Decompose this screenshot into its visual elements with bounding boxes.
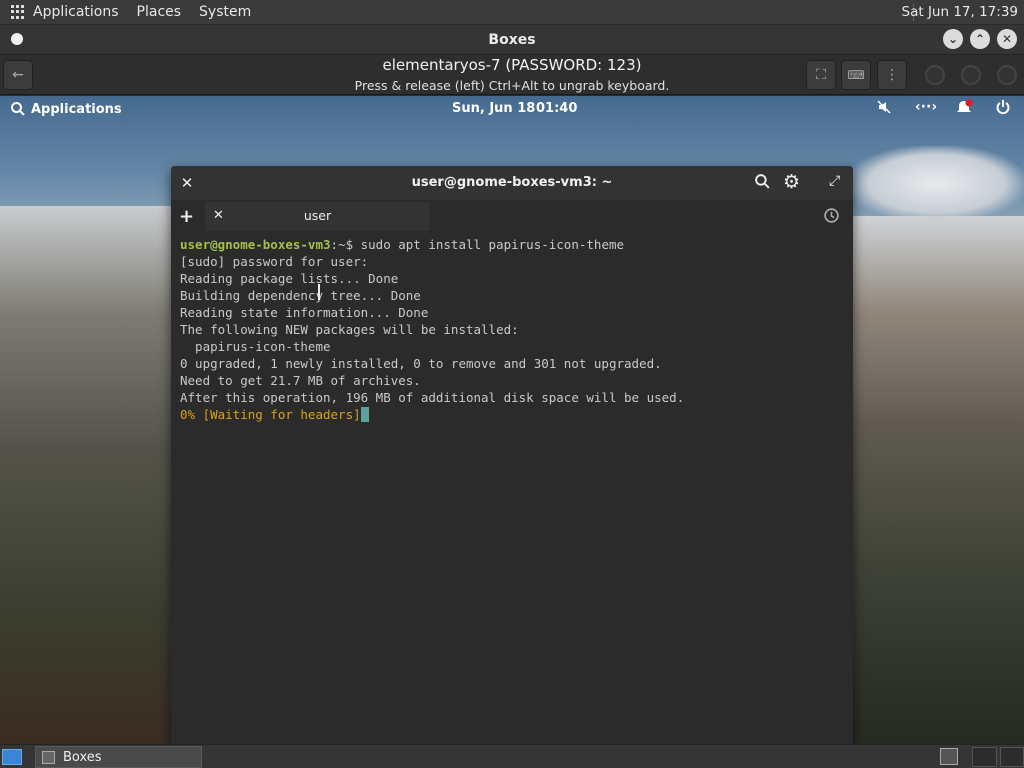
boxes-titlebar: Boxes ⌄ ⌃ ✕: [0, 25, 1024, 55]
output-line: 0 upgraded, 1 newly installed, 0 to remo…: [180, 356, 662, 371]
new-tab-plus-icon[interactable]: +: [179, 206, 194, 227]
output-line: Reading state information... Done: [180, 305, 429, 320]
host-clock[interactable]: Sat Jun 17, 17:39: [902, 4, 1018, 20]
tray-app-icon[interactable]: [940, 748, 958, 765]
minimize-button[interactable]: ⌄: [943, 29, 963, 49]
fullscreen-button[interactable]: ⛶: [806, 60, 836, 90]
output-line: Building dependency tree... Done: [180, 288, 421, 303]
workspace-pager[interactable]: [972, 747, 1024, 767]
output-line: Reading package lists... Done: [180, 271, 399, 286]
terminal-maximize-icon[interactable]: ⤢: [829, 173, 840, 189]
terminal-tabbar: + ✕ user: [171, 200, 853, 234]
show-desktop-icon[interactable]: [2, 749, 22, 765]
vm-display[interactable]: Applications Sun, Jun 18 01:40 ‹··› ✕ us…: [0, 96, 1024, 744]
guest-top-panel: Applications Sun, Jun 18 01:40 ‹··›: [0, 96, 1024, 124]
minimize-circle-icon[interactable]: [925, 65, 945, 85]
close-circle-icon[interactable]: [997, 65, 1017, 85]
fullscreen-icon: ⛶: [816, 67, 826, 83]
menu-system[interactable]: System: [199, 4, 251, 20]
boxes-headerbar: ← elementaryos-7 (PASSWORD: 123) Press &…: [0, 55, 1024, 95]
search-icon: [11, 102, 25, 116]
power-icon[interactable]: [992, 99, 1014, 121]
prompt-user: user@gnome-boxes-vm3: [180, 237, 331, 252]
mute-icon[interactable]: [873, 99, 895, 121]
command-line: user@gnome-boxes-vm3:~$ sudo apt install…: [180, 236, 845, 253]
output-line: [sudo] password for user:: [180, 254, 369, 269]
terminal-title: user@gnome-boxes-vm3: ~: [411, 175, 613, 190]
guest-date[interactable]: Sun, Jun 18: [452, 101, 535, 116]
terminal-window[interactable]: ✕ user@gnome-boxes-vm3: ~ ⚙ ⤢ + ✕ user u…: [171, 166, 853, 744]
host-taskbar: Boxes: [0, 744, 1024, 768]
workspace-2[interactable]: [999, 747, 1024, 767]
mouse-ibeam-cursor: [318, 284, 320, 300]
kebab-menu-icon: ⋮: [885, 67, 899, 83]
maximize-button[interactable]: ⌃: [970, 29, 990, 49]
command-text: sudo apt install papirus-icon-theme: [353, 237, 625, 252]
guest-applications-label: Applications: [31, 101, 122, 117]
guest-applications-button[interactable]: Applications: [10, 101, 122, 117]
close-button[interactable]: ✕: [997, 29, 1017, 49]
tab-label: user: [303, 208, 332, 223]
boxes-app-icon: [42, 751, 55, 764]
notification-icon[interactable]: [953, 99, 975, 121]
menu-applications[interactable]: Applications: [33, 4, 119, 20]
taskbar-item-boxes[interactable]: Boxes: [35, 746, 202, 768]
history-icon[interactable]: [823, 207, 840, 228]
workspace-1[interactable]: [972, 747, 997, 767]
menu-button[interactable]: ⋮: [877, 60, 907, 90]
wallpaper-mountain-left: [0, 206, 180, 744]
taskbar-item-label: Boxes: [63, 750, 102, 765]
text-cursor: [360, 407, 369, 422]
host-top-panel: Applications Places System Sat Jun 17, 1…: [0, 0, 1024, 25]
tab-user[interactable]: ✕ user: [205, 202, 430, 231]
progress-line-row: 0% [Waiting for headers]: [180, 406, 845, 423]
keyboard-button[interactable]: ⌨: [841, 60, 871, 90]
wallpaper-mountain-right: [844, 216, 1024, 744]
terminal-titlebar: ✕ user@gnome-boxes-vm3: ~ ⚙ ⤢: [171, 166, 853, 200]
terminal-output[interactable]: user@gnome-boxes-vm3:~$ sudo apt install…: [180, 236, 845, 744]
guest-time[interactable]: 01:40: [536, 101, 577, 116]
keyboard-icon: ⌨: [847, 68, 865, 82]
progress-line: 0% [Waiting for headers]: [180, 407, 361, 422]
wallpaper-cloud: [849, 146, 1024, 221]
output-line: The following NEW packages will be insta…: [180, 322, 519, 337]
output-line: After this operation, 196 MB of addition…: [180, 390, 685, 405]
window-title: Boxes: [488, 32, 536, 48]
apps-grid-icon[interactable]: [11, 5, 25, 19]
prompt-path: :~$: [330, 237, 354, 252]
maximize-circle-icon[interactable]: [961, 65, 981, 85]
terminal-search-icon[interactable]: [754, 173, 771, 194]
output-line: Need to get 21.7 MB of archives.: [180, 373, 421, 388]
terminal-settings-gear-icon[interactable]: ⚙: [783, 171, 800, 193]
menu-places[interactable]: Places: [137, 4, 182, 20]
network-icon[interactable]: ‹··›: [914, 99, 938, 121]
output-line: papirus-icon-theme: [180, 339, 331, 354]
